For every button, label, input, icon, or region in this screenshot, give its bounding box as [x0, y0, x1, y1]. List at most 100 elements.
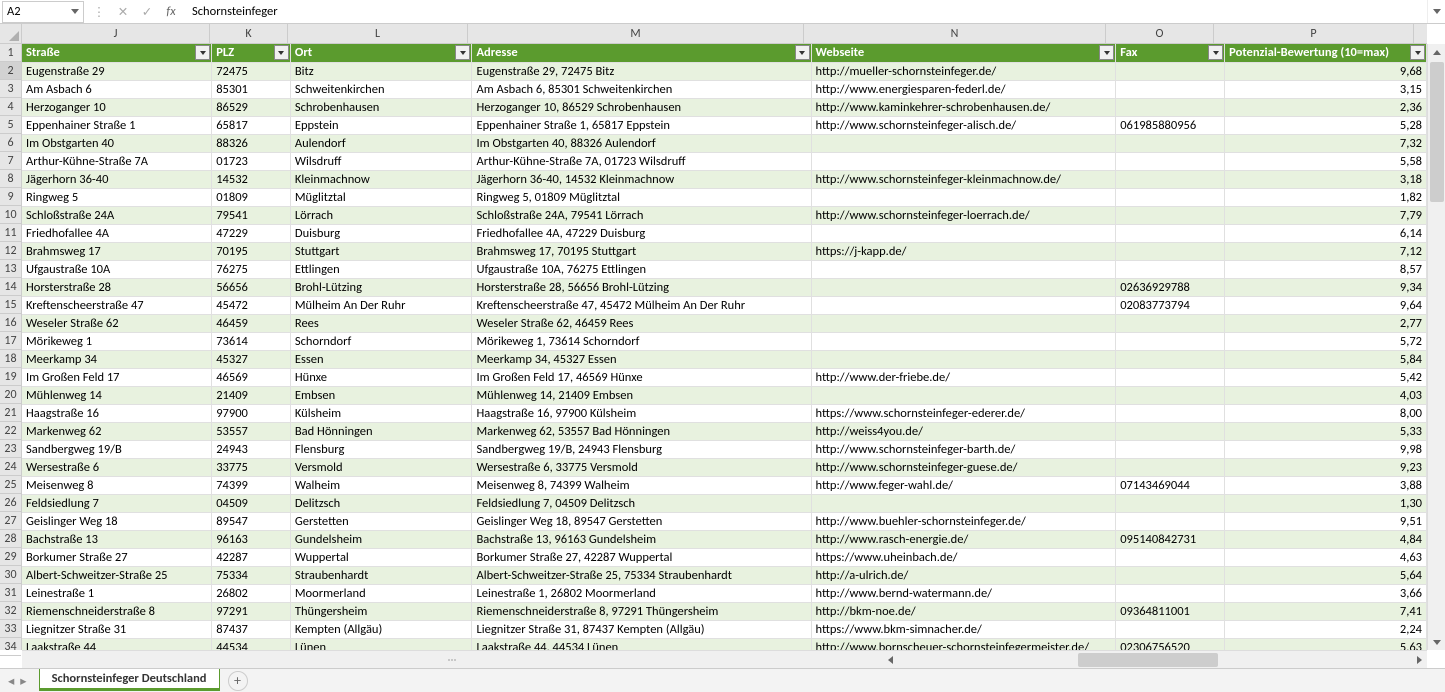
cell[interactable]: Markenweg 62, 53557 Bad Hönningen — [472, 422, 811, 440]
table-row[interactable]: Laakstraße 4444534LünenLaakstraße 44, 44… — [22, 638, 1427, 650]
cell[interactable]: Gundelsheim — [290, 530, 472, 548]
cell[interactable]: Schloßstraße 24A — [22, 206, 212, 224]
cell[interactable]: 46569 — [212, 368, 291, 386]
cell[interactable]: 79541 — [212, 206, 291, 224]
cell[interactable]: 9,51 — [1225, 512, 1427, 530]
row-header[interactable]: 4 — [0, 98, 21, 116]
table-row[interactable]: Weseler Straße 6246459ReesWeseler Straße… — [22, 314, 1427, 332]
cell[interactable]: Wilsdruff — [290, 152, 472, 170]
cell[interactable]: 1,30 — [1225, 494, 1427, 512]
cell[interactable]: 5,63 — [1225, 638, 1427, 650]
cell[interactable]: Lünen — [290, 638, 472, 650]
table-row[interactable]: Feldsiedlung 704509DelitzschFeldsiedlung… — [22, 494, 1427, 512]
column-header-cell[interactable]: PLZ — [212, 44, 291, 62]
cell[interactable]: Meerkamp 34 — [22, 350, 212, 368]
table-row[interactable]: Riemenschneiderstraße 897291Thüngersheim… — [22, 602, 1427, 620]
cell[interactable]: Kempten (Allgäu) — [290, 620, 472, 638]
cells-viewport[interactable]: StraßePLZOrtAdresseWebseiteFaxPotenzial-… — [22, 44, 1427, 650]
cell[interactable] — [1116, 512, 1225, 530]
cell[interactable] — [1116, 260, 1225, 278]
scroll-down-icon[interactable] — [1433, 634, 1441, 650]
cell[interactable]: 2,36 — [1225, 98, 1427, 116]
cell[interactable]: 89547 — [212, 512, 291, 530]
sheet-tab-active[interactable]: Schornsteinfeger Deutschland — [39, 669, 220, 691]
cell[interactable]: https://j-kapp.de/ — [811, 242, 1116, 260]
cell[interactable]: Im Obstgarten 40 — [22, 134, 212, 152]
cell[interactable]: Straubenhardt — [290, 566, 472, 584]
table-row[interactable]: Mörikeweg 173614SchorndorfMörikeweg 1, 7… — [22, 332, 1427, 350]
cell[interactable]: 96163 — [212, 530, 291, 548]
cell[interactable]: 24943 — [212, 440, 291, 458]
cell[interactable]: Geislinger Weg 18, 89547 Gerstetten — [472, 512, 811, 530]
cell[interactable] — [811, 332, 1116, 350]
col-header-L[interactable]: L — [288, 24, 468, 43]
table-row[interactable]: Herzoganger 1086529SchrobenhausenHerzoga… — [22, 98, 1427, 116]
cell[interactable]: Horsterstraße 28 — [22, 278, 212, 296]
row-header[interactable]: 34 — [0, 638, 21, 656]
cell[interactable]: 3,88 — [1225, 476, 1427, 494]
cell[interactable]: 095140842731 — [1116, 530, 1225, 548]
table-row[interactable]: Sandbergweg 19/B24943FlensburgSandbergwe… — [22, 440, 1427, 458]
filter-dropdown-icon[interactable] — [1410, 45, 1425, 60]
cell[interactable]: Essen — [290, 350, 472, 368]
cell[interactable]: 5,42 — [1225, 368, 1427, 386]
cell[interactable]: 2,24 — [1225, 620, 1427, 638]
cell[interactable] — [1116, 494, 1225, 512]
cell[interactable]: 8,57 — [1225, 260, 1427, 278]
row-header[interactable]: 25 — [0, 476, 21, 494]
cell[interactable]: Aulendorf — [290, 134, 472, 152]
cell[interactable] — [1116, 224, 1225, 242]
cell[interactable]: http://mueller-schornsteinfeger.de/ — [811, 62, 1116, 80]
cell[interactable]: Friedhofallee 4A — [22, 224, 212, 242]
cell[interactable] — [811, 350, 1116, 368]
cell[interactable]: Herzoganger 10 — [22, 98, 212, 116]
cell[interactable]: Riemenschneiderstraße 8, 97291 Thüngersh… — [472, 602, 811, 620]
scroll-left-icon[interactable] — [882, 656, 898, 664]
cell[interactable] — [811, 260, 1116, 278]
row-header[interactable]: 29 — [0, 548, 21, 566]
table-row[interactable]: Kreftenscheerstraße 4745472Mülheim An De… — [22, 296, 1427, 314]
cell[interactable] — [811, 134, 1116, 152]
cell[interactable]: 21409 — [212, 386, 291, 404]
row-header[interactable]: 12 — [0, 242, 21, 260]
cell[interactable]: Horsterstraße 28, 56656 Brohl-Lützing — [472, 278, 811, 296]
cell[interactable]: Ringweg 5 — [22, 188, 212, 206]
formula-input[interactable]: Schornsteinfeger — [186, 1, 1427, 23]
cell[interactable] — [1116, 458, 1225, 476]
cell[interactable]: 9,98 — [1225, 440, 1427, 458]
col-header-M[interactable]: M — [468, 24, 804, 43]
cell[interactable]: 1,82 — [1225, 188, 1427, 206]
cell[interactable]: 26802 — [212, 584, 291, 602]
col-header-N[interactable]: N — [804, 24, 1106, 43]
cell[interactable] — [1116, 314, 1225, 332]
cell[interactable]: 3,18 — [1225, 170, 1427, 188]
cell[interactable]: Borkumer Straße 27, 42287 Wuppertal — [472, 548, 811, 566]
col-header-K[interactable]: K — [210, 24, 288, 43]
cell[interactable]: https://www.bkm-simnacher.de/ — [811, 620, 1116, 638]
cell[interactable]: Schrobenhausen — [290, 98, 472, 116]
column-header-cell[interactable]: Potenzial-Bewertung (10=max) — [1225, 44, 1427, 62]
cell[interactable] — [1116, 188, 1225, 206]
cell[interactable]: 02636929788 — [1116, 278, 1225, 296]
cell[interactable] — [1116, 584, 1225, 602]
cell[interactable]: Jägerhorn 36-40, 14532 Kleinmachnow — [472, 170, 811, 188]
cell[interactable]: 5,58 — [1225, 152, 1427, 170]
row-header[interactable]: 8 — [0, 170, 21, 188]
cell[interactable] — [1116, 206, 1225, 224]
cell[interactable]: 4,63 — [1225, 548, 1427, 566]
cell[interactable]: Flensburg — [290, 440, 472, 458]
cell[interactable]: 3,66 — [1225, 584, 1427, 602]
cell[interactable]: Weseler Straße 62, 46459 Rees — [472, 314, 811, 332]
scroll-right-icon[interactable] — [1411, 656, 1427, 664]
cell[interactable]: 42287 — [212, 548, 291, 566]
cell[interactable]: 47229 — [212, 224, 291, 242]
vertical-scrollbar[interactable] — [1427, 44, 1445, 650]
row-header[interactable]: 16 — [0, 314, 21, 332]
cell[interactable]: Bitz — [290, 62, 472, 80]
cell[interactable]: Lörrach — [290, 206, 472, 224]
cell[interactable]: Kreftenscheerstraße 47 — [22, 296, 212, 314]
table-row[interactable]: Borkumer Straße 2742287WuppertalBorkumer… — [22, 548, 1427, 566]
cell[interactable]: 9,23 — [1225, 458, 1427, 476]
cell[interactable]: http://www.schornsteinfeger-alisch.de/ — [811, 116, 1116, 134]
cell[interactable] — [1116, 62, 1225, 80]
